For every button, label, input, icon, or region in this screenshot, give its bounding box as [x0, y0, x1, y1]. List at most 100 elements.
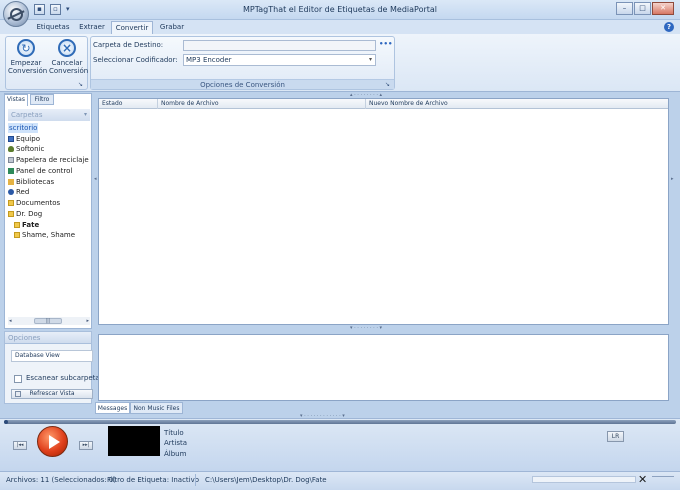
tree-item-label: Equipo [16, 135, 40, 143]
cancel-conversion-label: Cancelar Conversión [49, 59, 89, 75]
application-menu-button[interactable] [3, 1, 29, 27]
tab-messages[interactable]: Messages [95, 402, 130, 414]
folder-icon [8, 211, 14, 217]
tree-item-label: Documentos [16, 199, 61, 207]
tab-non-music-files[interactable]: Non Music Files [130, 402, 183, 414]
artist-label: Artista [164, 439, 188, 447]
play-button[interactable] [37, 426, 68, 457]
maximize-button[interactable]: □ [634, 2, 651, 15]
start-conversion-button[interactable]: Empezar Conversión [8, 39, 48, 75]
group-label: Opciones de Conversión [91, 79, 394, 89]
status-file-count: Archivos: 11 (Seleccionados: 0) [6, 476, 117, 484]
tab-extraer[interactable]: Extraer [76, 21, 108, 34]
splitter-handle-icon[interactable]: ▸ [671, 176, 674, 182]
tree-item[interactable]: Bibliotecas [8, 177, 54, 187]
folders-header[interactable]: Carpetas ▾ [8, 109, 90, 121]
options-header[interactable]: Opciones [4, 331, 92, 344]
refresh-view-button[interactable]: Refrescar Vista [11, 389, 93, 399]
close-icon[interactable]: ✕ [638, 473, 647, 486]
scan-subfolders-checkbox[interactable] [14, 375, 22, 383]
tree-item[interactable]: Papelera de reciclaje [8, 155, 89, 165]
tree-item[interactable]: Equipo [8, 134, 40, 144]
control-panel-icon [8, 168, 14, 174]
encoder-value: MP3 Encoder [186, 56, 232, 64]
messages-panel [98, 334, 669, 401]
column-header-filename[interactable]: Nombre de Archivo [158, 99, 366, 109]
minimize-button[interactable]: – [616, 2, 633, 15]
group-launcher-icon[interactable]: ↘ [385, 81, 392, 88]
tree-item[interactable]: Softonic [8, 144, 44, 154]
status-divider [195, 474, 196, 486]
scrollbar-thumb[interactable]: ||| [34, 318, 62, 324]
close-button[interactable]: ✕ [652, 2, 674, 15]
encoder-select[interactable]: MP3 Encoder ▾ [183, 54, 376, 66]
help-icon[interactable]: ? [664, 22, 674, 32]
previous-track-button[interactable]: |◂◂ [13, 441, 27, 450]
tree-item-label: Panel de control [16, 167, 73, 175]
tree-item-label: Softonic [16, 145, 45, 153]
tree-item[interactable]: Panel de control [8, 166, 72, 176]
view-select[interactable]: Database View [11, 350, 93, 362]
window-title: MPTagThat el Editor de Etiquetas de Medi… [242, 5, 438, 14]
next-track-button[interactable]: ▸▸| [79, 441, 93, 450]
tree-item-label: Red [16, 188, 30, 196]
folders-header-label: Carpetas [11, 111, 43, 119]
user-icon [8, 146, 14, 152]
tab-grabar[interactable]: Grabar [156, 21, 188, 34]
window-controls: – □ ✕ [616, 2, 674, 15]
status-path: C:\Users\Jem\Desktop\Dr. Dog\Fate [205, 476, 327, 484]
volume-slider[interactable] [652, 476, 674, 482]
computer-icon [8, 136, 14, 142]
tab-convertir[interactable]: Convertir [111, 21, 153, 34]
tree-item[interactable]: scritorio [8, 123, 39, 133]
tree-item-label: Papelera de reciclaje [16, 156, 89, 164]
network-icon [8, 189, 14, 195]
file-list-header: Estado Nombre de Archivo Nuevo Nombre de… [99, 99, 668, 109]
group-launcher-icon[interactable]: ↘ [78, 81, 85, 88]
folder-icon [14, 232, 20, 238]
cancel-icon [58, 39, 76, 57]
refresh-icon [15, 391, 21, 397]
refresh-icon [17, 39, 35, 57]
start-conversion-label: Empezar Conversión [8, 59, 48, 75]
folder-icon [14, 222, 20, 228]
refresh-view-label: Refrescar Vista [29, 390, 75, 397]
player-panel [0, 418, 680, 471]
tab-vistas[interactable]: Vistas [4, 94, 28, 106]
tab-filtro[interactable]: Filtro [30, 94, 54, 105]
conversion-options-group: Carpeta de Destino: ••• Seleccionar Codi… [90, 36, 395, 90]
cancel-conversion-button[interactable]: Cancelar Conversión [49, 39, 89, 75]
dest-folder-input[interactable] [183, 40, 376, 51]
recycle-bin-icon [8, 157, 14, 163]
tree-horizontal-scrollbar[interactable]: ◂ ||| ▸ [8, 317, 90, 325]
balance-button[interactable]: LR [607, 431, 624, 442]
tree-item[interactable]: Dr. Dog [8, 209, 42, 219]
chevron-down-icon: ▾ [368, 56, 372, 63]
encoder-label: Seleccionar Codificador: [93, 56, 178, 64]
column-header-status[interactable]: Estado [99, 99, 158, 109]
scan-subfolders-label: Escanear subcarpeta [26, 374, 100, 382]
tree-item-label: scritorio [9, 124, 38, 132]
file-list[interactable] [98, 98, 669, 325]
browse-button[interactable]: ••• [379, 41, 392, 51]
splitter-handle-icon[interactable]: ◂ [94, 176, 97, 182]
chevron-right-icon[interactable]: ▸ [86, 317, 89, 325]
ribbon-tab-bar: Etiquetas Extraer Convertir Grabar ? [0, 20, 680, 34]
column-header-new-filename[interactable]: Nuevo Nombre de Archivo [366, 99, 668, 109]
tab-etiquetas[interactable]: Etiquetas [34, 21, 72, 34]
splitter-handle-icon[interactable]: ▾ · · · · · · · · ▾ [350, 325, 382, 331]
tree-item[interactable]: Documentos [8, 198, 60, 208]
chevron-left-icon[interactable]: ◂ [9, 317, 12, 325]
tree-item[interactable]: Fate [14, 220, 39, 230]
dest-folder-label: Carpeta de Destino: [93, 41, 164, 49]
tree-item[interactable]: Red [8, 187, 29, 197]
tree-item[interactable]: Shame, Shame [14, 230, 75, 240]
mptagthat-logo-icon [10, 8, 23, 21]
tree-item-label: Fate [22, 221, 40, 229]
conversion-actions-group: Empezar Conversión Cancelar Conversión ↘ [5, 36, 88, 90]
status-tag-filter: Filtro de Etiqueta: Inactivo [107, 476, 200, 484]
playback-progress-bar[interactable] [4, 420, 676, 424]
title-label: Título [164, 429, 184, 437]
library-icon [8, 179, 14, 185]
status-progress [532, 476, 636, 483]
